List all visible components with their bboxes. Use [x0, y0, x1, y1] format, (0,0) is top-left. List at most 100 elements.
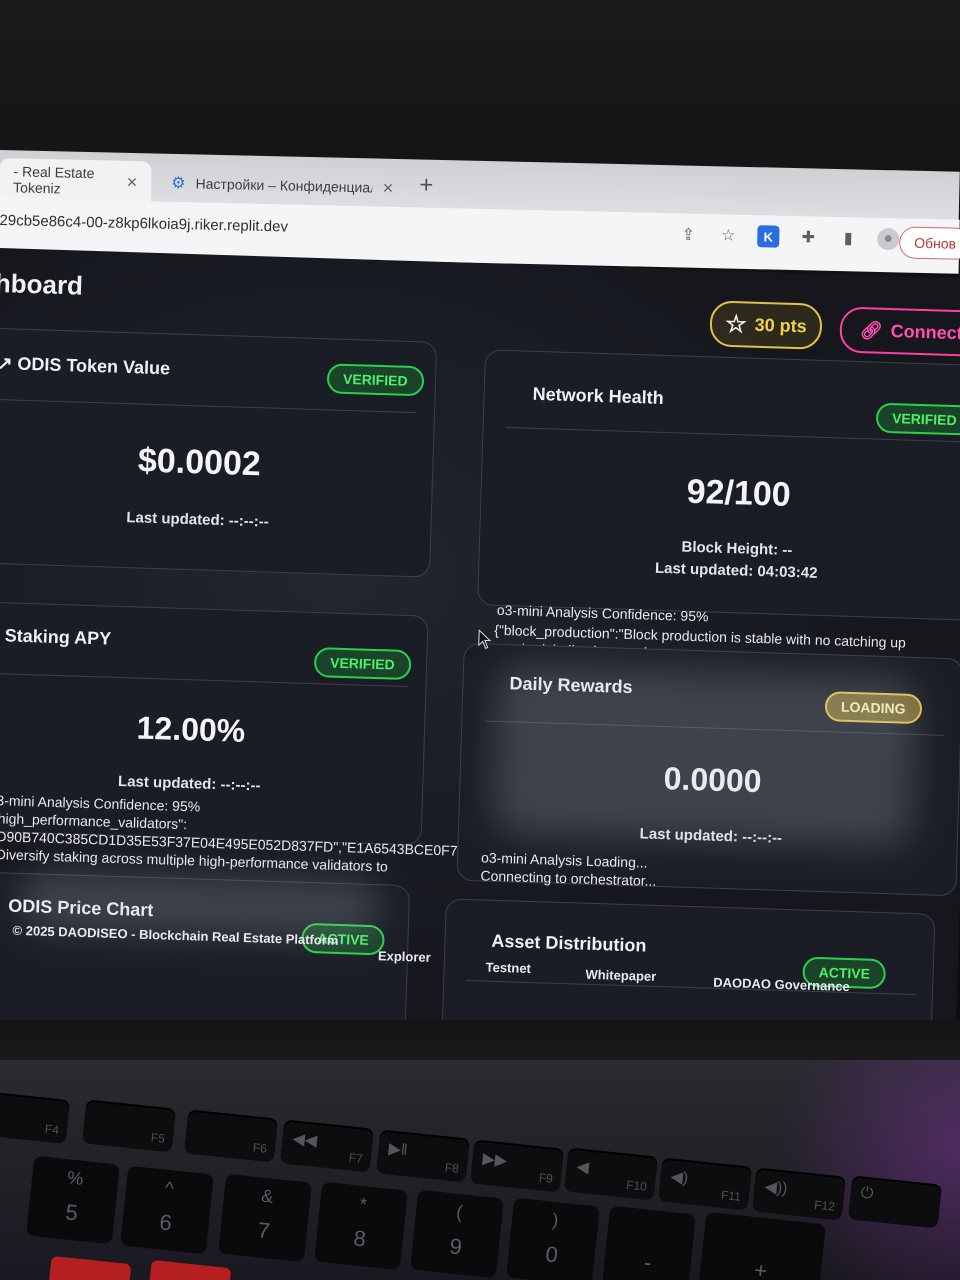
dashboard-app: hboard ☆ 30 pts 🔗︎ Connect K ↗ ODIS Toke…: [0, 248, 960, 1069]
extension-k-icon[interactable]: K: [757, 225, 780, 248]
number-key-9: (9: [410, 1189, 504, 1279]
key-label: F6: [252, 1140, 268, 1156]
play-pause-icon: ▶‖: [387, 1140, 409, 1160]
key-symbol: %: [66, 1167, 85, 1189]
star-icon: ☆: [724, 310, 748, 338]
red-key-cap: [48, 1255, 132, 1280]
divider: [484, 720, 945, 736]
key-digit: 7: [256, 1217, 272, 1244]
footer-link-whitepaper[interactable]: Whitepaper: [585, 967, 656, 984]
key-digit: +: [752, 1257, 769, 1280]
last-updated: Last updated: --:--:--: [639, 825, 783, 847]
f8-key: ▶‖ F8: [375, 1129, 471, 1183]
key-digit: 5: [64, 1199, 80, 1226]
card-title: Network Health: [532, 383, 664, 408]
f7-key: ◀◀ F7: [279, 1119, 375, 1173]
link-icon: 🔗︎: [859, 319, 884, 341]
minus-key: -: [602, 1205, 696, 1280]
network-health-card: Network Health VERIFIED 92/100 Block Hei…: [477, 349, 960, 621]
token-value: $0.0002: [137, 441, 262, 484]
f6-key: F6: [183, 1109, 279, 1163]
f10-key: ◀ F10: [563, 1147, 659, 1201]
key-symbol: (: [455, 1201, 464, 1223]
laptop-keyboard: F4 F5 F6 ◀◀ F7 ▶‖ F8 ▶▶ F9 ◀ F10 ◀) F11 ◀)) F1…: [0, 1060, 960, 1280]
close-icon[interactable]: ×: [127, 171, 138, 192]
fast-forward-icon: ▶▶: [481, 1150, 508, 1170]
key-symbol: ^: [164, 1177, 175, 1199]
card-title: Staking APY: [4, 625, 112, 649]
points-button[interactable]: ☆ 30 pts: [709, 300, 823, 350]
close-icon[interactable]: ×: [382, 177, 394, 198]
health-score: 92/100: [686, 472, 792, 514]
tab-real-estate[interactable]: - Real Estate Tokeniz ×: [0, 157, 152, 204]
url-field[interactable]: 29cb5e86c4-00-z8kp6lkoia9j.riker.replit.…: [0, 212, 288, 236]
key-label: F11: [720, 1187, 742, 1204]
key-digit: 6: [158, 1209, 174, 1236]
key-label: F12: [813, 1197, 836, 1214]
divider: [0, 398, 417, 414]
card-title: Asset Distribution: [491, 930, 647, 956]
photo-stage: - Real Estate Tokeniz × ⚙ Настройки – Ко…: [0, 0, 960, 1280]
f5-key: F5: [81, 1099, 177, 1153]
key-label: F9: [538, 1170, 554, 1186]
card-title-wrap: ↗ ODIS Token Value: [0, 353, 170, 379]
f9-key: ▶▶ F9: [469, 1139, 565, 1193]
volume-down-icon: ◀): [669, 1168, 689, 1188]
key-label: F5: [150, 1130, 166, 1146]
key-digit: 8: [352, 1225, 368, 1252]
footer-link-explorer[interactable]: Explorer: [378, 948, 431, 965]
sidebar-icon[interactable]: ▮: [837, 227, 859, 249]
connect-wallet-button[interactable]: 🔗︎ Connect K: [839, 306, 960, 358]
gear-icon: ⚙: [171, 174, 186, 193]
tab-label: - Real Estate Tokeniz: [12, 163, 95, 197]
status-badge: LOADING: [824, 691, 923, 725]
key-digit: -: [642, 1249, 653, 1276]
key-label: F7: [348, 1150, 364, 1166]
number-key-6: ^ 6: [120, 1165, 214, 1255]
power-icon: ⏻: [859, 1184, 875, 1203]
token-value-card: ↗ ODIS Token Value VERIFIED $0.0002 Last…: [0, 327, 438, 578]
plus-key: +: [698, 1211, 826, 1280]
number-key-7: & 7: [218, 1173, 312, 1263]
f4-key: F4: [0, 1092, 71, 1144]
apy-value: 12.00%: [136, 709, 246, 749]
last-updated: Last updated: --:--:--: [126, 509, 270, 531]
rewards-value: 0.0000: [663, 760, 763, 800]
page-title: hboard: [0, 267, 84, 301]
key-label: F8: [444, 1160, 460, 1176]
profile-avatar-icon[interactable]: ●: [877, 227, 900, 251]
key-label: F10: [625, 1177, 648, 1194]
number-key-0: ) 0: [506, 1197, 600, 1280]
key-digit: 0: [544, 1241, 560, 1268]
card-title: ODIS Price Chart: [8, 895, 154, 921]
browser-toolbar: ⇪ ☆ K ✚ ▮ ●: [677, 223, 900, 251]
key-symbol: *: [358, 1193, 368, 1215]
key-symbol: &: [260, 1185, 275, 1207]
rewind-icon: ◀◀: [291, 1130, 318, 1150]
f11-key: ◀) F11: [657, 1157, 753, 1211]
card-title: Daily Rewards: [509, 673, 633, 698]
f12-key: ◀)) F12: [751, 1167, 847, 1221]
mute-icon: ◀: [575, 1158, 590, 1177]
status-badge: VERIFIED: [326, 363, 425, 397]
points-label: 30 pts: [754, 314, 808, 336]
key-digit: 9: [448, 1233, 464, 1260]
status-badge: VERIFIED: [875, 402, 960, 436]
trend-icon: ↗: [0, 352, 13, 374]
key-label: F4: [44, 1121, 60, 1138]
new-tab-button[interactable]: +: [419, 172, 434, 200]
footer-link-testnet[interactable]: Testnet: [485, 960, 531, 976]
red-key-cap: [148, 1259, 232, 1280]
number-key-8: * 8: [314, 1181, 408, 1271]
mouse-cursor-icon: [478, 629, 492, 650]
share-icon[interactable]: ⇪: [677, 223, 699, 245]
volume-up-icon: ◀)): [763, 1178, 789, 1198]
bookmark-star-icon[interactable]: ☆: [717, 224, 739, 246]
status-badge: VERIFIED: [313, 647, 412, 681]
connect-label: Connect K: [890, 320, 960, 344]
key-symbol: ): [551, 1209, 560, 1231]
power-key: ⏻: [847, 1175, 943, 1229]
card-title: ODIS Token Value: [17, 353, 171, 379]
update-button[interactable]: Обнов: [898, 226, 960, 261]
puzzle-extensions-icon[interactable]: ✚: [797, 226, 819, 248]
